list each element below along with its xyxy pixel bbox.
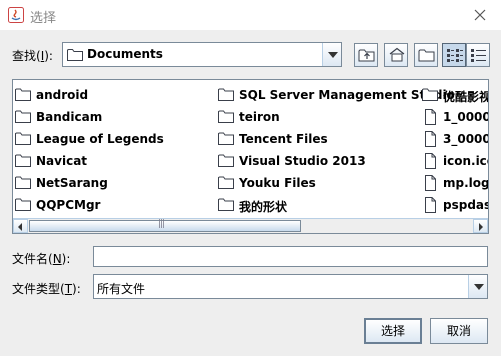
item-label: 我的形状 [239, 200, 288, 214]
file-list[interactable]: android Bandicam League of Legends Navicat N… [12, 79, 489, 234]
item-label: Bandicam [36, 110, 103, 124]
folder-icon [15, 198, 31, 211]
item-label: Youku Files [239, 176, 316, 190]
file-name-input[interactable] [93, 246, 488, 267]
close-icon[interactable] [469, 4, 491, 26]
folder-icon [15, 132, 31, 145]
folder-item[interactable]: 优酷影视 [422, 84, 489, 106]
file-column: SQL Server Management Studio teiron Tencen… [218, 84, 455, 216]
item-label: pspdash [443, 198, 488, 212]
item-label: android [36, 88, 89, 102]
folder-icon [15, 110, 31, 123]
item-label: NetSarang [36, 176, 108, 190]
look-in-value: Documents [87, 47, 163, 61]
window-title: 选择 [30, 11, 57, 26]
item-label: mp.log [443, 176, 489, 190]
look-in-combobox[interactable]: Documents [62, 42, 342, 67]
file-item[interactable]: pspdash [422, 194, 488, 216]
chevron-down-icon[interactable] [468, 275, 487, 298]
folder-item[interactable]: NetSarang [15, 172, 215, 194]
file-icon [425, 175, 436, 191]
folder-icon [218, 154, 234, 167]
item-label: Visual Studio 2013 [239, 154, 366, 168]
folder-item[interactable]: Navicat [15, 150, 215, 172]
list-view-icon [447, 49, 463, 62]
file-type-combobox[interactable]: 所有文件 [93, 274, 488, 299]
scroll-right-icon[interactable] [473, 219, 488, 233]
file-type-value: 所有文件 [97, 282, 146, 296]
horizontal-scrollbar[interactable] [13, 218, 488, 233]
folder-icon [422, 88, 438, 101]
scrollbar-thumb[interactable] [29, 219, 301, 232]
folder-item[interactable]: teiron [218, 106, 423, 128]
item-label: 优酷影视 [443, 90, 489, 104]
file-icon [425, 131, 436, 147]
item-label: teiron [239, 110, 280, 124]
item-label: QQPCMgr [36, 198, 101, 212]
new-folder-button[interactable] [414, 43, 438, 67]
details-view-icon [471, 49, 486, 62]
file-name-label: 文件名(N): [12, 252, 71, 266]
java-app-icon [8, 7, 24, 23]
folder-item[interactable]: League of Legends [15, 128, 215, 150]
folder-icon [218, 198, 234, 211]
folder-item[interactable]: Bandicam [15, 106, 215, 128]
item-label: League of Legends [36, 132, 164, 146]
folder-icon [15, 154, 31, 167]
scroll-left-icon[interactable] [13, 219, 28, 233]
file-icon [425, 153, 436, 169]
folder-item[interactable]: Youku Files [218, 172, 423, 194]
folder-icon [67, 49, 83, 61]
chevron-down-icon[interactable] [322, 43, 341, 66]
file-icon [425, 197, 436, 213]
folder-icon [15, 176, 31, 189]
item-label: icon.ico [443, 154, 488, 168]
item-label: Navicat [36, 154, 88, 168]
select-button[interactable]: 选择 [364, 318, 422, 344]
file-type-label: 文件类型(T): [12, 282, 81, 296]
item-label: 1_0000.c [443, 110, 488, 124]
folder-item[interactable]: android [15, 84, 215, 106]
folder-item[interactable]: 我的形状 [218, 194, 423, 216]
new-folder-icon [418, 49, 435, 62]
file-column: 优酷影视 1_0000.c 3_0000.c icon.ico mp.log pspdas… [422, 84, 489, 216]
folder-icon [218, 132, 234, 145]
folder-item[interactable]: SQL Server Management Studio [218, 84, 455, 106]
item-label: 3_0000.c [443, 132, 488, 146]
folder-icon [15, 88, 31, 101]
file-item[interactable]: icon.ico [422, 150, 488, 172]
folder-icon [218, 88, 234, 101]
file-item[interactable]: 3_0000.c [422, 128, 488, 150]
cancel-button[interactable]: 取消 [430, 318, 488, 344]
folder-item[interactable]: Tencent Files [218, 128, 423, 150]
folder-item[interactable]: QQPCMgr [15, 194, 215, 216]
file-item[interactable]: mp.log [422, 172, 489, 194]
title-bar: 选择 [0, 0, 501, 30]
home-icon [389, 47, 405, 62]
folder-icon [218, 110, 234, 123]
up-folder-icon [358, 49, 375, 62]
folder-icon [218, 176, 234, 189]
file-item[interactable]: 1_0000.c [422, 106, 488, 128]
details-view-button[interactable] [466, 43, 490, 67]
file-column: android Bandicam League of Legends Navicat N… [15, 84, 215, 216]
home-button[interactable] [384, 43, 408, 67]
file-icon [425, 109, 436, 125]
list-view-button[interactable] [442, 43, 466, 67]
up-one-level-button[interactable] [354, 43, 378, 67]
folder-item[interactable]: Visual Studio 2013 [218, 150, 423, 172]
item-label: Tencent Files [239, 132, 328, 146]
look-in-label: 查找(I): [12, 49, 53, 63]
